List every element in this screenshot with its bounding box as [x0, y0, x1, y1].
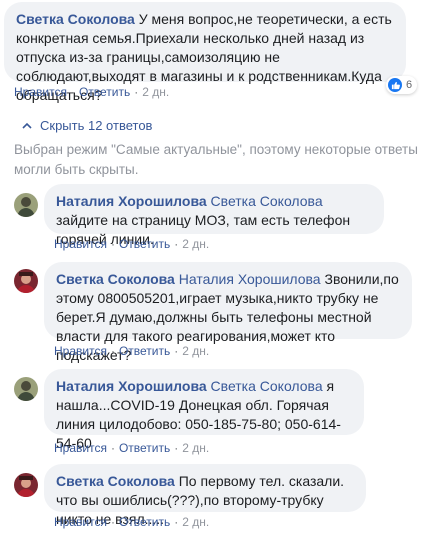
- reply-link[interactable]: Ответить: [119, 441, 170, 455]
- reply-bubble: Светка Соколова Наталия Хорошилова Звони…: [44, 262, 412, 363]
- avatar[interactable]: [14, 193, 38, 217]
- like-link[interactable]: Нравится: [54, 237, 107, 251]
- chevron-up-icon: [22, 122, 32, 129]
- hide-replies-label: Скрыть 12 ответов: [40, 118, 153, 133]
- reply-timestamp[interactable]: 2 дн.: [182, 515, 209, 529]
- avatar[interactable]: [14, 473, 38, 497]
- like-link[interactable]: Нравится: [54, 344, 107, 358]
- reply-actions: Нравится · Ответить · 2 дн.: [54, 237, 210, 251]
- hide-replies-toggle[interactable]: Скрыть 12 ответов: [22, 118, 152, 133]
- reply-mention[interactable]: Наталия Хорошилова: [179, 271, 321, 287]
- reply-link[interactable]: Ответить: [119, 344, 170, 358]
- comment-timestamp[interactable]: 2 дн.: [142, 85, 169, 99]
- reply-mention[interactable]: Светка Соколова: [211, 378, 323, 394]
- reply-link[interactable]: Ответить: [119, 515, 170, 529]
- comment-author[interactable]: Светка Соколова: [16, 11, 135, 27]
- reply-bubble: Светка Соколова По первому тел. сказали.…: [44, 464, 366, 527]
- reply-actions: Нравится · Ответить · 2 дн.: [54, 441, 210, 455]
- reply-mention[interactable]: Светка Соколова: [211, 193, 323, 209]
- reaction-badge[interactable]: 6: [386, 76, 418, 94]
- like-link[interactable]: Нравится: [54, 441, 107, 455]
- reply-timestamp[interactable]: 2 дн.: [182, 237, 209, 251]
- reply-actions: Нравится · Ответить · 2 дн.: [54, 515, 210, 529]
- reply-timestamp[interactable]: 2 дн.: [182, 441, 209, 455]
- avatar[interactable]: [14, 377, 38, 401]
- avatar[interactable]: [14, 269, 38, 293]
- reply-link[interactable]: Ответить: [79, 85, 130, 99]
- reply-link[interactable]: Ответить: [119, 237, 170, 251]
- reply-author[interactable]: Наталия Хорошилова: [56, 193, 207, 209]
- comment-actions: Нравится · Ответить · 2 дн.: [14, 85, 170, 99]
- comment-bubble: Светка Соколова У меня вопрос,не теорети…: [4, 2, 406, 103]
- reaction-count: 6: [406, 79, 413, 91]
- reply-bubble: Наталия Хорошилова Светка Соколова я наш…: [44, 369, 364, 451]
- like-link[interactable]: Нравится: [54, 515, 107, 529]
- ranking-notice: Выбран режим "Самые актуальные", поэтому…: [14, 142, 418, 177]
- thumbs-up-icon: [388, 78, 402, 92]
- like-link[interactable]: Нравится: [14, 85, 67, 99]
- reply-timestamp[interactable]: 2 дн.: [182, 344, 209, 358]
- reply-actions: Нравится · Ответить · 2 дн.: [54, 344, 210, 358]
- reply-bubble: Наталия Хорошилова Светка Соколова зайди…: [44, 184, 384, 247]
- reply-author[interactable]: Светка Соколова: [56, 271, 175, 287]
- reply-author[interactable]: Светка Соколова: [56, 473, 175, 489]
- reply-author[interactable]: Наталия Хорошилова: [56, 378, 207, 394]
